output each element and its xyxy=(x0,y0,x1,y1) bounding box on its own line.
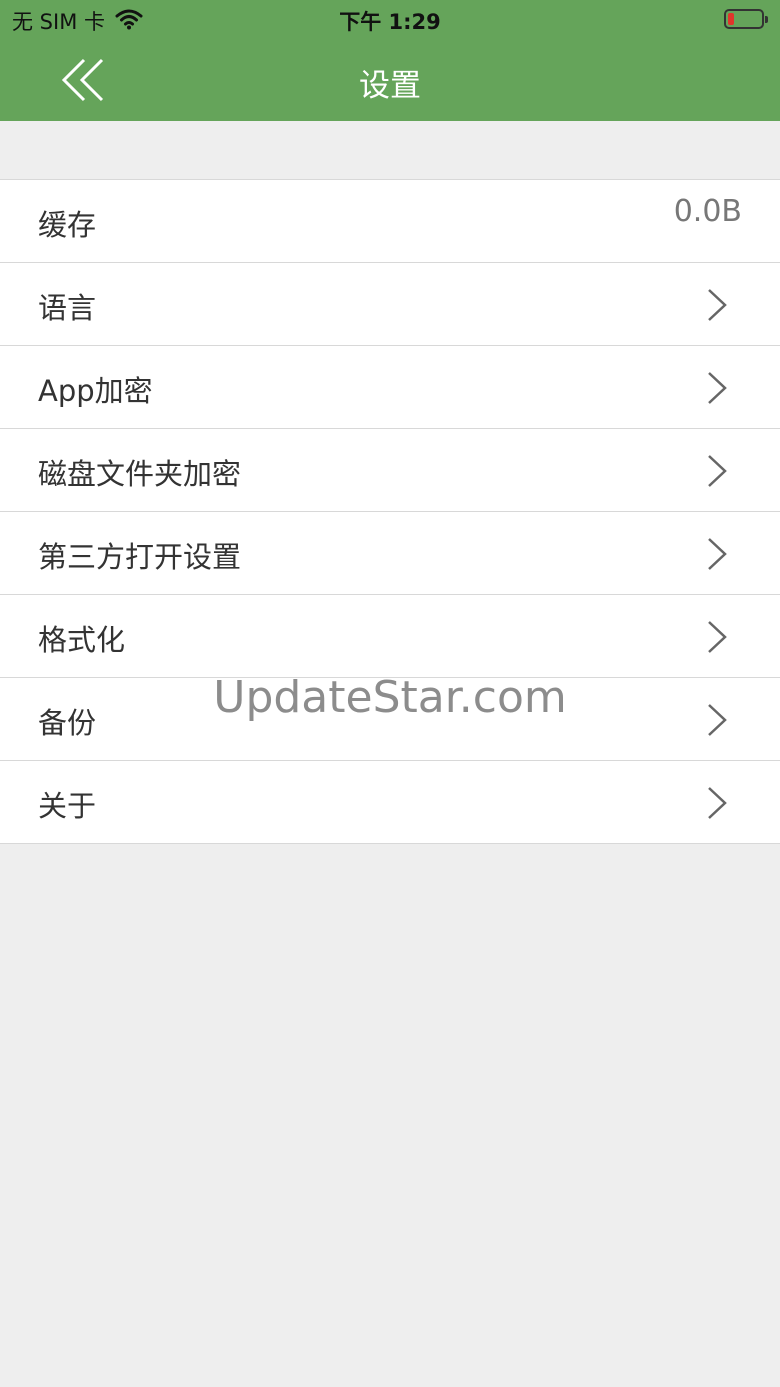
chevron-right-icon xyxy=(708,455,727,487)
nav-bar: 设置 xyxy=(0,40,780,121)
page-title: 设置 xyxy=(359,68,421,104)
settings-row-app-lock[interactable]: App加密 xyxy=(0,346,780,429)
chevron-right-icon xyxy=(708,289,727,321)
battery-low-icon xyxy=(724,9,768,29)
chevron-right-icon xyxy=(708,621,727,653)
settings-row-backup[interactable]: 备份 xyxy=(0,678,780,761)
settings-row-third-party-open[interactable]: 第三方打开设置 xyxy=(0,512,780,595)
settings-row-about[interactable]: 关于 xyxy=(0,761,780,844)
settings-row-label: 格式化 xyxy=(38,623,126,657)
settings-row-format[interactable]: 格式化 xyxy=(0,595,780,678)
settings-row-cache[interactable]: 缓存 0.0B xyxy=(0,180,780,263)
cache-size-value: 0.0B xyxy=(673,194,742,229)
chevron-right-icon xyxy=(708,787,727,819)
settings-row-label: 关于 xyxy=(38,789,97,823)
settings-row-language[interactable]: 语言 xyxy=(0,263,780,346)
settings-row-label: 备份 xyxy=(38,706,97,740)
settings-row-disk-folder-lock[interactable]: 磁盘文件夹加密 xyxy=(0,429,780,512)
status-time: 下午 1:29 xyxy=(339,10,441,34)
chevron-right-icon xyxy=(708,538,727,570)
settings-row-label: 磁盘文件夹加密 xyxy=(38,457,242,491)
chevron-right-icon xyxy=(708,372,727,404)
chevron-right-icon xyxy=(708,704,727,736)
settings-row-label: 第三方打开设置 xyxy=(38,540,242,574)
settings-row-label: 缓存 xyxy=(38,208,97,242)
settings-list: 缓存 0.0B 语言 App加密 磁盘文件夹加密 第三方打开设置 格式化 备份 … xyxy=(0,179,780,844)
status-bar: 无 SIM 卡 下午 1:29 xyxy=(0,0,780,40)
settings-row-label: 语言 xyxy=(38,291,97,325)
settings-row-label: App加密 xyxy=(38,374,153,408)
